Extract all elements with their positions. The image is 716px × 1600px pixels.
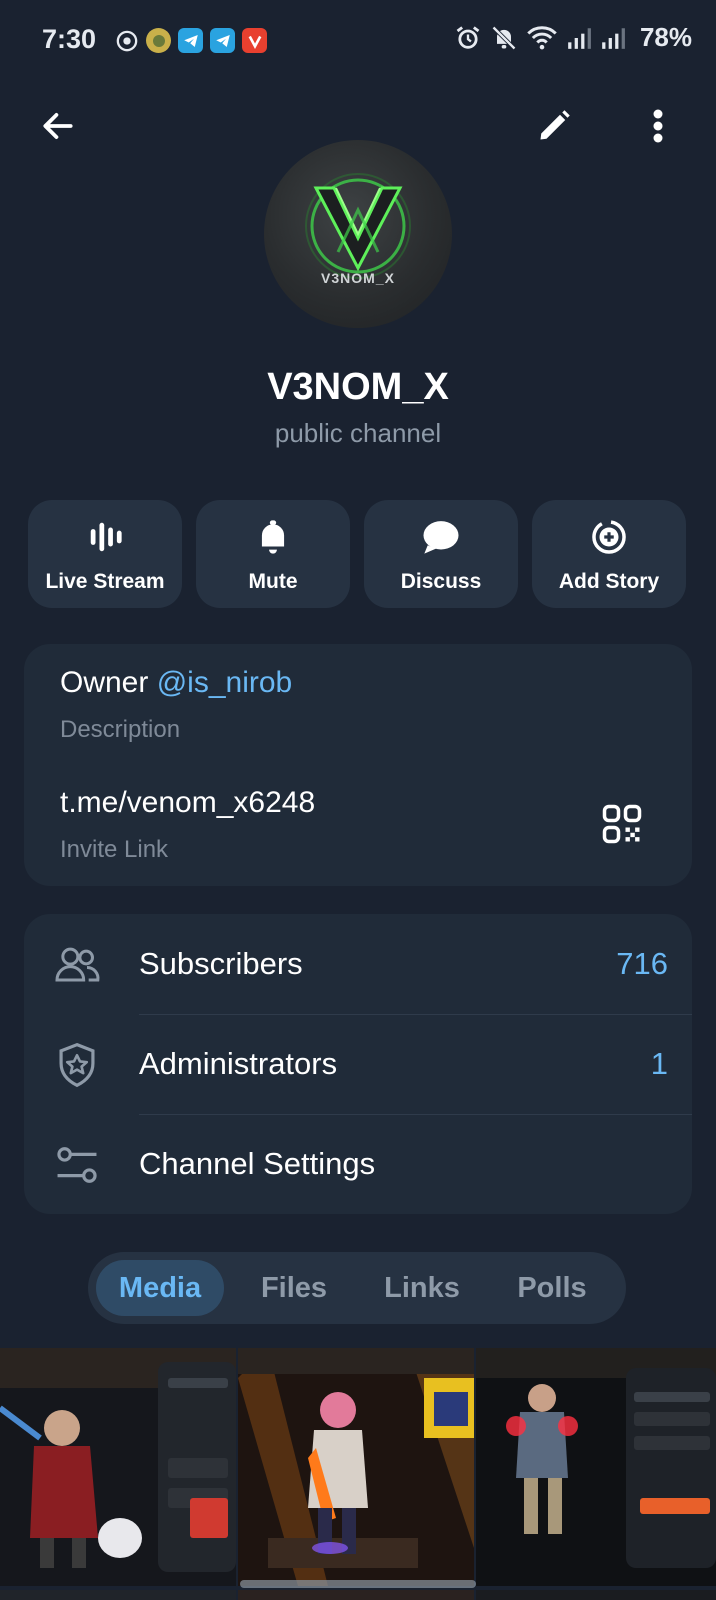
add-story-button[interactable]: Add Story — [532, 500, 686, 608]
alarm-icon — [456, 25, 480, 49]
media-thumbnail[interactable] — [0, 1590, 236, 1600]
back-button[interactable] — [30, 98, 86, 154]
qr-code-icon — [602, 804, 642, 844]
live-stream-label: Live Stream — [45, 570, 165, 593]
live-stream-icon — [90, 522, 122, 552]
qr-code-button[interactable] — [594, 796, 650, 852]
owner-mention-link[interactable]: @is_nirob — [157, 666, 293, 699]
sliders-icon — [52, 1140, 102, 1190]
media-thumbnail[interactable] — [476, 1348, 716, 1586]
game-screenshot-image — [476, 1348, 716, 1586]
administrators-row[interactable]: Administrators 1 — [24, 1014, 692, 1114]
media-thumbnail[interactable] — [238, 1590, 474, 1600]
administrators-label: Administrators — [139, 1046, 338, 1081]
edit-button[interactable] — [526, 98, 582, 154]
media-thumbnail[interactable] — [476, 1590, 716, 1600]
action-buttons: Live Stream Mute Discuss Add Story — [28, 500, 688, 608]
discuss-label: Discuss — [400, 570, 482, 593]
channel-info-card: Owner @is_nirob Description t.me/venom_x… — [24, 644, 692, 886]
vivaldi-icon — [242, 28, 267, 53]
media-grid — [0, 1348, 716, 1600]
subscribers-count: 716 — [616, 946, 668, 981]
bell-icon — [261, 520, 285, 554]
channel-title: V3NOM_X — [267, 366, 449, 408]
game-screenshot-image — [476, 1590, 716, 1600]
pencil-icon — [540, 110, 570, 140]
tab-polls[interactable]: Polls — [488, 1260, 616, 1316]
media-thumbnail[interactable] — [238, 1348, 474, 1586]
chat-bubble-icon — [423, 521, 459, 554]
more-options-button[interactable] — [630, 98, 686, 154]
description-text: Owner @is_nirob — [60, 666, 292, 700]
invite-link[interactable]: t.me/venom_x6248 — [60, 786, 315, 820]
mute-label: Mute — [248, 570, 298, 593]
tab-media[interactable]: Media — [96, 1260, 224, 1316]
shield-star-icon — [52, 1040, 102, 1090]
channel-avatar[interactable]: V3NOM_X — [264, 140, 452, 328]
channel-management-card: Subscribers 716 Administrators 1 Channel… — [24, 914, 692, 1214]
signal-icon-2 — [602, 27, 625, 49]
tab-links[interactable]: Links — [360, 1260, 484, 1316]
venom-logo-icon — [305, 173, 411, 279]
telegram-icon-2 — [210, 28, 235, 53]
subscribers-label: Subscribers — [139, 946, 303, 981]
battery-percent: 78% — [639, 22, 692, 52]
discuss-button[interactable]: Discuss — [364, 500, 518, 608]
description-label: Description — [60, 716, 181, 743]
people-icon — [52, 940, 102, 990]
channel-settings-row[interactable]: Channel Settings — [24, 1114, 692, 1214]
signal-icon — [568, 27, 591, 49]
home-indicator[interactable] — [240, 1580, 476, 1588]
tab-files[interactable]: Files — [230, 1260, 358, 1316]
game-screenshot-image — [0, 1348, 236, 1586]
system-status-icons: 78% — [454, 22, 692, 53]
notification-icons — [114, 28, 267, 53]
back-arrow-icon — [43, 113, 73, 139]
shared-media-tabs: Media Files Links Polls — [88, 1252, 626, 1324]
game-screenshot-image — [238, 1348, 474, 1586]
mute-button[interactable]: Mute — [196, 500, 350, 608]
game-screenshot-image — [238, 1590, 474, 1600]
more-vertical-icon — [653, 109, 663, 143]
administrators-count: 1 — [650, 1046, 668, 1081]
media-thumbnail[interactable] — [0, 1348, 236, 1586]
subscribers-row[interactable]: Subscribers 716 — [24, 914, 692, 1014]
invite-link-label: Invite Link — [60, 836, 169, 863]
status-bar: 7:30 78% — [0, 0, 716, 84]
channel-settings-label: Channel Settings — [139, 1146, 376, 1181]
owner-prefix: Owner — [60, 666, 157, 699]
chrome-icon — [114, 28, 139, 53]
channel-subtitle: public channel — [274, 418, 442, 448]
live-stream-button[interactable]: Live Stream — [28, 500, 182, 608]
avatar-caption: V3NOM_X — [321, 270, 395, 286]
app-badge-icon — [146, 28, 171, 53]
telegram-icon — [178, 28, 203, 53]
status-time: 7:30 — [42, 24, 97, 54]
muted-bell-icon — [492, 25, 516, 50]
game-screenshot-image — [0, 1590, 236, 1600]
add-story-label: Add Story — [558, 570, 660, 593]
add-story-icon — [592, 520, 626, 554]
wifi-icon — [527, 25, 557, 49]
